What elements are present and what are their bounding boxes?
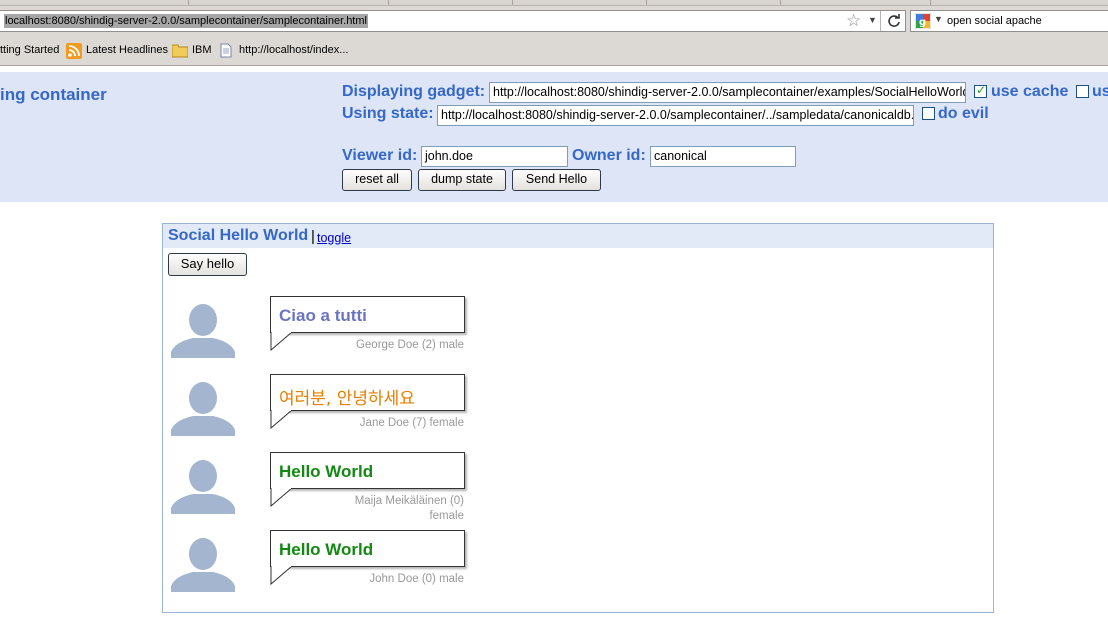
rss-feed-icon — [66, 43, 82, 59]
message-text: Ciao a tutti — [279, 306, 367, 325]
gadget-url-input[interactable]: http://localhost:8080/shindig-server-2.0… — [489, 82, 966, 103]
page-title: ing container — [0, 85, 107, 104]
use-cache-checkbox[interactable] — [974, 83, 987, 98]
reload-icon — [888, 14, 900, 27]
message-sender: George Doe (2) male — [355, 339, 464, 351]
search-input[interactable]: open social apache — [947, 15, 1042, 27]
bookmark-localhost-index[interactable]: http://localhost/index... — [239, 44, 348, 56]
bubble-tail — [270, 332, 293, 352]
tab-edge — [646, 0, 647, 5]
message-sender: Jane Doe (7) female — [359, 417, 464, 429]
speech-bubble: Hello World — [270, 452, 465, 489]
history-dropdown-icon[interactable]: ▼ — [868, 15, 877, 25]
send-hello-button[interactable]: Send Hello — [512, 169, 601, 191]
list-item: Hello World John Doe (0) male — [163, 530, 993, 608]
avatar-icon — [171, 538, 235, 592]
tab-edge — [780, 0, 781, 5]
viewer-id-label: Viewer id: — [342, 147, 418, 164]
avatar-icon — [171, 382, 235, 436]
message-sender: Maija Meikäläinen (0) female — [354, 495, 464, 522]
title-separator: | — [311, 228, 315, 245]
bubble-tail — [270, 410, 293, 430]
gadget-titlebar: Social Hello World | toggle — [163, 224, 993, 248]
say-hello-button[interactable]: Say hello — [168, 253, 247, 276]
google-engine-icon[interactable]: g — [915, 13, 931, 29]
bookmark-getting-started[interactable]: tting Started — [0, 44, 59, 56]
gadget-title: Social Hello World — [168, 227, 309, 244]
bubble-tail — [270, 488, 293, 508]
dump-state-button[interactable]: dump state — [418, 169, 506, 191]
use-cache-label: use cache — [991, 83, 1069, 100]
avatar-icon — [171, 460, 235, 514]
viewer-id-input[interactable]: john.doe — [421, 146, 568, 167]
tab-edge — [930, 0, 931, 5]
extra-option-checkbox[interactable] — [1076, 85, 1089, 98]
list-item: 여러분, 안녕하세요 Jane Doe (7) female — [163, 374, 993, 452]
message-text: 여러분, 안녕하세요 — [279, 389, 415, 409]
do-evil-checkbox[interactable] — [922, 107, 935, 120]
folder-icon — [172, 44, 188, 58]
page-icon — [220, 43, 232, 58]
bookmark-ibm[interactable]: IBM — [192, 44, 212, 56]
bookmarks-toolbar: tting Started Latest Headlines IBM http:… — [0, 36, 1108, 66]
bookmark-latest-headlines[interactable]: Latest Headlines — [86, 44, 168, 56]
speech-bubble: Hello World — [270, 530, 465, 567]
reset-all-button[interactable]: reset all — [342, 169, 412, 191]
state-url-input[interactable]: http://localhost:8080/shindig-server-2.0… — [437, 105, 914, 126]
navigation-toolbar: localhost:8080/shindig-server-2.0.0/samp… — [0, 6, 1108, 36]
bubble-tail — [270, 566, 293, 586]
list-item: Ciao a tutti George Doe (2) male — [163, 296, 993, 374]
list-item: Hello World Maija Meikäläinen (0) female — [163, 452, 993, 530]
message-text: Hello World — [279, 540, 374, 559]
owner-id-label: Owner id: — [572, 147, 646, 164]
extra-option-label: us — [1092, 83, 1108, 100]
message-sender: John Doe (0) male — [369, 573, 464, 585]
bookmark-star-icon[interactable]: ☆ — [846, 12, 861, 30]
container-header: ing container Displaying gadget: http://… — [0, 72, 1108, 202]
address-text[interactable]: localhost:8080/shindig-server-2.0.0/samp… — [4, 14, 368, 28]
displaying-gadget-label: Displaying gadget: — [342, 83, 486, 100]
message-text: Hello World — [279, 462, 374, 481]
gadget-frame: Social Hello World | toggle Say hello Ci… — [162, 223, 994, 613]
owner-id-input[interactable]: canonical — [650, 146, 796, 167]
do-evil-label: do evil — [938, 105, 989, 122]
tab-edge — [388, 0, 389, 5]
toggle-link[interactable]: toggle — [317, 231, 351, 245]
tab-edge — [188, 0, 189, 5]
speech-bubble: 여러분, 안녕하세요 — [270, 374, 465, 411]
using-state-label: Using state: — [342, 105, 434, 122]
engine-dropdown-icon[interactable]: ▼ — [934, 14, 943, 24]
avatar-icon — [171, 304, 235, 358]
reload-button[interactable] — [880, 11, 906, 31]
tab-edge — [512, 0, 513, 5]
address-bar[interactable]: localhost:8080/shindig-server-2.0.0/samp… — [0, 10, 906, 32]
search-box[interactable]: g ▼ open social apache — [910, 10, 1108, 32]
svg-text:g: g — [919, 17, 926, 28]
speech-bubble: Ciao a tutti — [270, 296, 465, 333]
